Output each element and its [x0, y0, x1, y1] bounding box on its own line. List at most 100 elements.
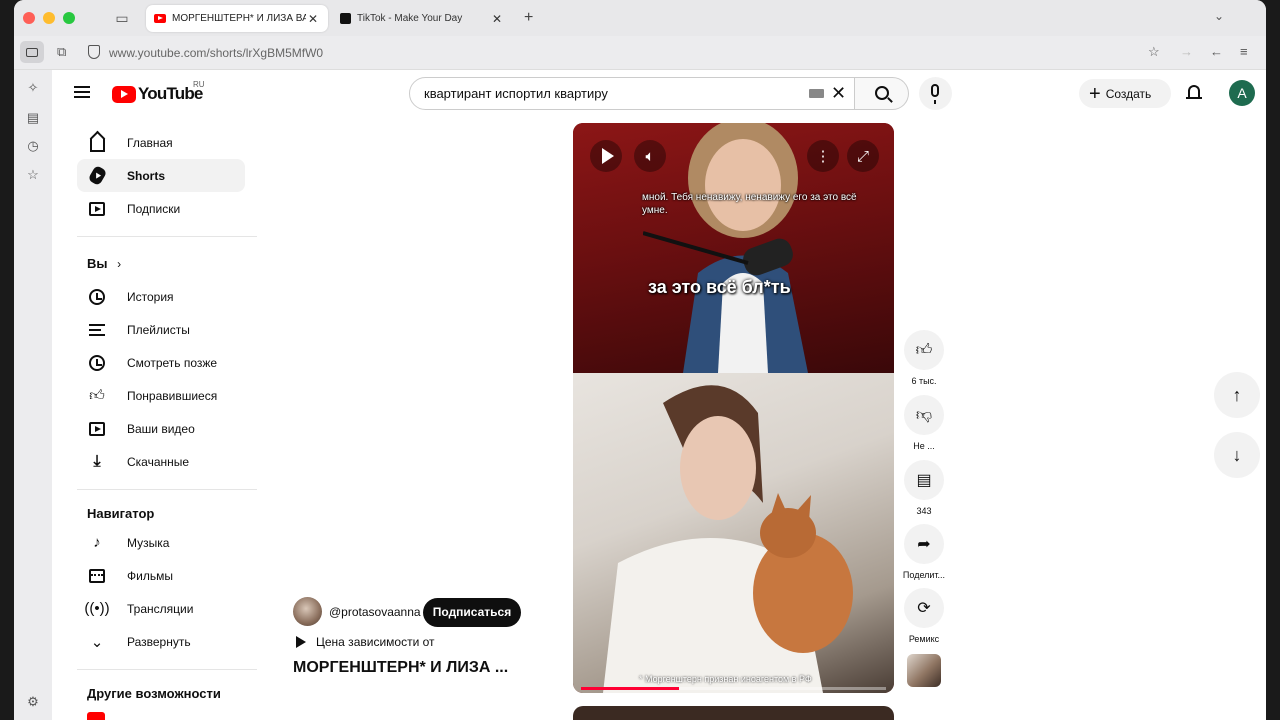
- play-icon: [601, 148, 614, 164]
- share-button[interactable]: ➦: [904, 524, 944, 564]
- create-button[interactable]: + Создать: [1079, 79, 1171, 108]
- guide-item-liked[interactable]: 👍︎ Понравившиеся: [77, 379, 245, 412]
- close-tab-icon[interactable]: ✕: [306, 12, 320, 26]
- playlists-icon: [87, 320, 107, 340]
- more-section-header: Другие возможности: [87, 686, 221, 701]
- tab-overview-icon[interactable]: ▭: [114, 10, 130, 26]
- guide-item-label: История: [127, 289, 174, 304]
- youtube-logo[interactable]: YouTube: [112, 84, 203, 104]
- subscribe-button[interactable]: Подписаться: [423, 598, 521, 627]
- history-icon[interactable]: ◷: [25, 138, 41, 154]
- guide-item-downloads[interactable]: ⤓ Скачанные: [77, 445, 245, 478]
- guide-item-label: Фильмы: [127, 568, 173, 583]
- guide-item-movies[interactable]: Фильмы: [77, 559, 245, 592]
- forward-icon[interactable]: →: [1180, 44, 1193, 60]
- tab-youtube[interactable]: МОРГЕНШТЕРН* И ЛИЗА ВАСИ ✕: [146, 5, 328, 32]
- back-icon[interactable]: ←: [1210, 44, 1223, 60]
- divider: [77, 236, 257, 237]
- guide-item-shorts[interactable]: Shorts: [77, 159, 245, 192]
- subscriptions-icon: [87, 199, 107, 219]
- next-short-preview[interactable]: [573, 706, 894, 720]
- search-icon: [875, 86, 889, 100]
- previous-short-button[interactable]: ↑: [1214, 372, 1260, 418]
- menu-icon[interactable]: ≡: [1240, 44, 1248, 60]
- guide-item-live[interactable]: ((•)) Трансляции: [77, 592, 245, 625]
- url-field[interactable]: www.youtube.com/shorts/lrXgBM5MfW0: [109, 46, 323, 60]
- shield-icon[interactable]: [88, 45, 100, 59]
- fullscreen-icon: ⤢: [856, 147, 869, 165]
- progress-bar[interactable]: [581, 687, 886, 690]
- guide-item-label: Главная: [127, 135, 173, 150]
- tab-share-icon[interactable]: ⧉: [57, 44, 66, 60]
- guide-item-home[interactable]: Главная: [77, 126, 245, 159]
- title-bar: ▭ МОРГЕНШТЕРН* И ЛИЗА ВАСИ ✕ TikTok - Ma…: [14, 0, 1266, 36]
- guide-item-label: Смотреть позже: [127, 355, 218, 370]
- like-button[interactable]: 👍︎: [904, 330, 944, 370]
- dislike-button[interactable]: 👎︎: [904, 395, 944, 435]
- liked-icon: 👍︎: [89, 386, 105, 404]
- video-bottom-frame: [573, 373, 894, 693]
- short-title[interactable]: МОРГЕНШТЕРН* И ЛИЗА ...: [293, 659, 508, 677]
- microphone-icon: [931, 84, 939, 104]
- guide-item-watch-later[interactable]: Смотреть позже: [77, 346, 245, 379]
- sound-link[interactable]: Цена зависимости от: [296, 635, 435, 649]
- sound-title: Цена зависимости от: [316, 635, 435, 649]
- tab-tiktok[interactable]: TikTok - Make Your Day ✕: [332, 5, 512, 32]
- you-section-header[interactable]: Вы ›: [87, 256, 121, 271]
- bookmark-star-icon[interactable]: ☆: [1148, 44, 1160, 60]
- maximize-window-button[interactable]: [63, 12, 75, 24]
- account-avatar[interactable]: А: [1229, 80, 1255, 106]
- divider: [77, 669, 257, 670]
- volume-icon: 🔈︎: [645, 147, 655, 165]
- favorites-icon[interactable]: ☆: [25, 167, 41, 183]
- clear-search-icon[interactable]: ✕: [831, 83, 846, 103]
- guide-item-your-videos[interactable]: Ваши видео: [77, 412, 245, 445]
- sidebar-toggle-button[interactable]: [20, 41, 44, 63]
- guide-item-label: Ваши видео: [127, 421, 195, 436]
- guide-item-show-more[interactable]: ⌄ Развернуть: [77, 625, 245, 658]
- close-window-button[interactable]: [23, 12, 35, 24]
- guide-item-subscriptions[interactable]: Подписки: [77, 192, 245, 225]
- divider: [77, 489, 257, 490]
- voice-search-button[interactable]: [919, 77, 952, 110]
- tab-title: TikTok - Make Your Day: [357, 13, 463, 24]
- youtube-icon: [154, 14, 166, 23]
- volume-button[interactable]: 🔈︎: [634, 140, 666, 172]
- guide-item-label: Shorts: [127, 168, 166, 183]
- guide-item-label: Плейлисты: [127, 322, 190, 337]
- youtube-premium-icon[interactable]: [87, 712, 105, 720]
- play-button[interactable]: [590, 140, 622, 172]
- keyboard-icon[interactable]: [809, 89, 824, 98]
- hamburger-menu-icon[interactable]: [74, 86, 90, 98]
- new-tab-button[interactable]: +: [524, 9, 533, 27]
- sound-thumbnail[interactable]: [907, 654, 941, 687]
- shorts-player[interactable]: 🔈︎ ⋮ ⤢ мной. Тебя ненавижу, ненавижу его…: [573, 123, 894, 693]
- guide-item-history[interactable]: История: [77, 280, 245, 313]
- comments-button[interactable]: ▤: [904, 460, 944, 500]
- minimize-window-button[interactable]: [43, 12, 55, 24]
- notifications-bell-icon[interactable]: [1186, 84, 1202, 102]
- live-icon: ((•)): [84, 600, 110, 617]
- guide-item-playlists[interactable]: Плейлисты: [77, 313, 245, 346]
- channel-avatar[interactable]: [293, 597, 322, 626]
- settings-gear-icon[interactable]: ⚙: [25, 694, 41, 710]
- remix-button[interactable]: ⟳: [904, 588, 944, 628]
- channel-name[interactable]: @protasovaanna: [329, 605, 421, 619]
- search-input[interactable]: квартирант испортил квартиру: [424, 86, 608, 101]
- history-icon: [87, 287, 107, 307]
- search-button[interactable]: [855, 77, 909, 110]
- shorts-icon: [87, 164, 107, 187]
- fullscreen-button[interactable]: ⤢: [847, 140, 879, 172]
- tab-list-chevron-icon[interactable]: ⌄: [1214, 9, 1224, 23]
- search-box[interactable]: квартирант испортил квартиру ✕: [409, 77, 855, 110]
- close-tab-icon[interactable]: ✕: [490, 12, 504, 26]
- tabs-icon[interactable]: ▤: [25, 110, 41, 126]
- video-subtitle-large: за это всё бл*ть: [648, 277, 791, 297]
- sparkle-icon[interactable]: ✧: [25, 80, 41, 96]
- remix-label: Ремикс: [908, 634, 940, 644]
- guide-item-music[interactable]: ♪ Музыка: [77, 526, 245, 559]
- guide-sidebar: Главная Shorts Подписки Вы › История Пле…: [52, 126, 257, 720]
- more-options-button[interactable]: ⋮: [807, 140, 839, 172]
- next-short-button[interactable]: ↓: [1214, 432, 1260, 478]
- thumbs-down-icon: 👎︎: [915, 406, 933, 424]
